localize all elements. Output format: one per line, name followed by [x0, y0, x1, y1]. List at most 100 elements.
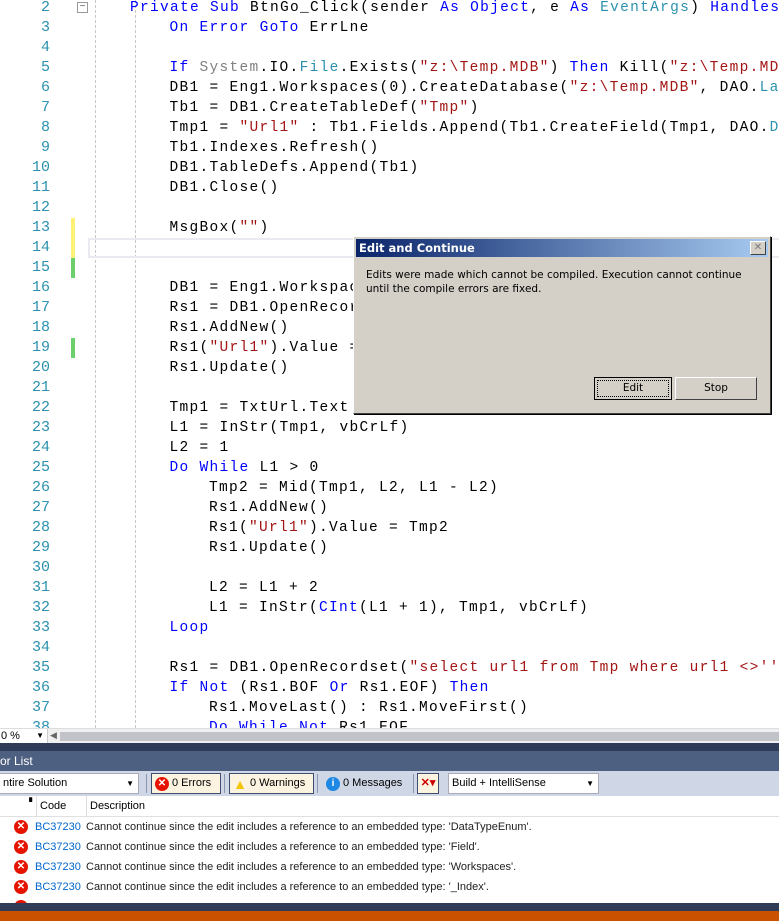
error-list-title: or List: [0, 751, 779, 771]
code-line[interactable]: Rs1.Update(): [209, 538, 329, 558]
code-token: Object: [470, 0, 531, 16]
edit-button[interactable]: Edit: [594, 377, 672, 400]
code-token: "Url1": [239, 120, 300, 136]
code-token: Rs1.EOF): [349, 680, 450, 696]
error-row[interactable]: ✕ BC37230 Cannot continue since the edit i…: [0, 837, 779, 857]
code-token: "z:\Temp.MDB": [419, 60, 550, 76]
column-description[interactable]: Description: [86, 796, 145, 817]
warnings-filter-button[interactable]: ▲ 0 Warnings: [229, 773, 314, 794]
code-token: Rs1(: [169, 340, 210, 356]
line-number: 38: [31, 719, 50, 728]
code-token: ).Value = Tmp2: [309, 520, 450, 536]
code-line[interactable]: DB1 = Eng1.Workspaces(0).CreateDatabase(…: [170, 78, 779, 98]
line-number: 14: [31, 239, 50, 256]
code-line[interactable]: Rs1.AddNew(): [209, 498, 329, 518]
code-line[interactable]: On Error GoTo ErrLne: [170, 18, 370, 38]
code-line[interactable]: Rs1.AddNew(): [170, 318, 290, 338]
error-code-link[interactable]: BC37230: [35, 877, 81, 897]
line-number: 6: [40, 79, 50, 96]
code-line[interactable]: Rs1 = DB1.OpenRecordset("select url1 fro…: [170, 658, 779, 678]
code-token: DB1.TableDefs.Append(Tb1): [169, 160, 420, 176]
code-line[interactable]: MsgBox(""): [170, 218, 270, 238]
error-row[interactable]: ✕ BC37230 Cannot continue since the edit i…: [0, 877, 779, 897]
line-number: 5: [40, 59, 50, 76]
code-token: "Url1": [209, 340, 270, 356]
code-line[interactable]: L2 = 1: [170, 438, 230, 458]
error-code-link[interactable]: BC37230: [35, 837, 81, 857]
code-line[interactable]: Rs1 = DB1.OpenRecor: [170, 298, 360, 318]
code-token: Do: [209, 720, 230, 728]
code-line[interactable]: Rs1("Url1").Value = Tmp2: [209, 518, 449, 538]
code-token: System: [199, 60, 260, 76]
code-line[interactable]: DB1.TableDefs.Append(Tb1): [170, 158, 420, 178]
scrollbar-thumb[interactable]: [60, 732, 779, 741]
code-line[interactable]: Private Sub BtnGo_Click(sender As Object…: [130, 0, 779, 18]
code-line[interactable]: DB1 = Eng1.Workspac: [170, 278, 360, 298]
line-number: 9: [40, 139, 50, 156]
line-number: 27: [31, 499, 50, 516]
code-line[interactable]: Loop: [170, 618, 210, 638]
error-description: Cannot continue since the edit includes …: [86, 881, 489, 893]
stop-button[interactable]: Stop: [675, 377, 757, 400]
error-row[interactable]: ✕ BC37230 Cannot continue since the edit i…: [0, 857, 779, 877]
code-line[interactable]: L1 = InStr(CInt(L1 + 1), Tmp1, vbCrLf): [209, 598, 589, 618]
messages-label: 0 Messages: [343, 777, 403, 789]
code-line[interactable]: Tmp1 = TxtUrl.Text: [170, 398, 350, 418]
code-token: EventArgs: [600, 0, 691, 16]
code-line[interactable]: Tmp2 = Mid(Tmp1, L2, L1 - L2): [209, 478, 499, 498]
line-number: 31: [31, 579, 50, 596]
code-line[interactable]: If System.IO.File.Exists("z:\Temp.MDB") …: [170, 58, 779, 78]
code-line[interactable]: Rs1("Url1").Value =: [170, 338, 360, 358]
error-row[interactable]: ✕ BC37230 Cannot continue since the edit i…: [0, 817, 779, 837]
line-number: 26: [31, 479, 50, 496]
code-line[interactable]: DB1.Close(): [170, 178, 280, 198]
code-token: As: [440, 0, 461, 16]
close-icon[interactable]: ✕: [750, 241, 766, 255]
error-code-link[interactable]: BC37230: [35, 857, 81, 877]
code-token: Rs1.AddNew(): [209, 500, 330, 516]
code-token: Rs1.Update(): [209, 540, 330, 556]
warning-icon: ▲: [233, 776, 247, 792]
line-number: 33: [31, 619, 50, 636]
errors-filter-button[interactable]: ✕ 0 Errors: [151, 773, 221, 794]
code-line[interactable]: Do While L1 > 0: [170, 458, 320, 478]
error-icon: ✕: [155, 777, 169, 791]
code-line[interactable]: Tb1 = DB1.CreateTableDef("Tmp"): [170, 98, 480, 118]
messages-filter-button[interactable]: i0 Messages: [322, 773, 408, 794]
clear-filter-button[interactable]: ✕▾: [417, 773, 439, 794]
code-token: Rs1(: [209, 520, 250, 536]
code-token: "Tmp": [419, 100, 470, 116]
code-token: .IO.: [259, 60, 300, 76]
build-filter-dropdown[interactable]: Build + IntelliSense ▼: [448, 773, 599, 794]
code-line[interactable]: Do While Not Rs1.EOF: [209, 718, 409, 728]
error-description: Cannot continue since the edit includes …: [86, 841, 480, 853]
line-number: 16: [31, 279, 50, 296]
code-token: Tb1.Indexes.Refresh(): [169, 140, 380, 156]
code-token: "": [239, 220, 260, 236]
scope-dropdown[interactable]: ntire Solution ▼: [0, 773, 139, 794]
code-line[interactable]: Rs1.Update(): [170, 358, 290, 378]
code-token: D: [769, 120, 779, 136]
horizontal-scrollbar[interactable]: 0 % ▼ ◀: [0, 728, 779, 744]
code-line[interactable]: Rs1.MoveLast() : Rs1.MoveFirst(): [209, 698, 529, 718]
error-code-link[interactable]: BC37230: [35, 817, 81, 837]
code-line[interactable]: Tmp1 = "Url1" : Tb1.Fields.Append(Tb1.Cr…: [170, 118, 779, 138]
line-number: 19: [31, 339, 50, 356]
code-line[interactable]: If Not (Rs1.BOF Or Rs1.EOF) Then: [170, 678, 490, 698]
code-line[interactable]: L1 = InStr(Tmp1, vbCrLf): [170, 418, 410, 438]
zoom-dropdown[interactable]: 0 % ▼: [0, 729, 48, 744]
column-code[interactable]: Code: [36, 796, 66, 817]
line-number: 21: [31, 379, 50, 396]
error-icon: ✕: [14, 860, 28, 874]
code-token: Loop: [169, 620, 210, 636]
error-icon: ✕: [14, 880, 28, 894]
panel-divider: [0, 743, 779, 751]
code-line[interactable]: L2 = L1 + 2: [209, 578, 319, 598]
code-token: Or: [329, 680, 350, 696]
scroll-left-icon[interactable]: ◀: [50, 730, 57, 741]
code-token: (Rs1.BOF: [229, 680, 330, 696]
code-line[interactable]: Tb1.Indexes.Refresh(): [170, 138, 380, 158]
collapse-icon[interactable]: −: [77, 2, 88, 13]
code-token: "z:\Temp.MDB: [669, 60, 779, 76]
